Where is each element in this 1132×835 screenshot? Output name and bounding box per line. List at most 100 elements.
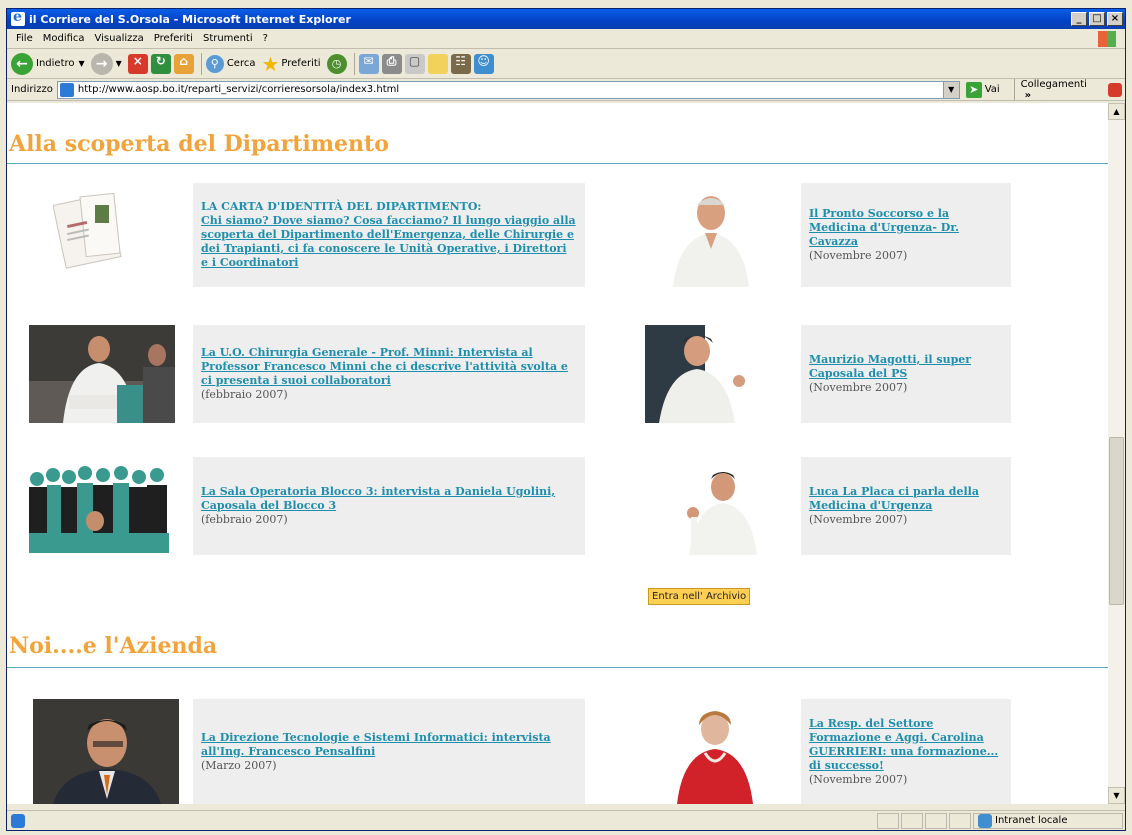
intranet-icon xyxy=(978,813,992,828)
toolbar-separator xyxy=(200,52,202,75)
card-minni-link[interactable]: La U.O. Chirurgia Generale - Prof. Minni… xyxy=(201,346,577,388)
card-cavazza-date: (Novembre 2007) xyxy=(809,249,908,262)
toolbar: ← Indietro ▼ → ▼ × ↻ ⌂ ⚲ Cerca ★ Preferi… xyxy=(7,49,1125,79)
address-input[interactable]: http://www.aosp.bo.it/reparti_servizi/co… xyxy=(56,80,960,99)
photo-magotti[interactable] xyxy=(645,325,753,423)
card-minni-date: (febbraio 2007) xyxy=(201,388,288,401)
menu-visualizza[interactable]: Visualizza xyxy=(95,33,144,44)
status-cell-1 xyxy=(877,812,899,829)
zone-label: Intranet locale xyxy=(995,815,1068,826)
card-identity-link[interactable]: Chi siamo? Dove siamo? Cosa facciamo? Il… xyxy=(201,214,577,270)
page-icon xyxy=(59,82,74,97)
photo-sala-operatoria[interactable] xyxy=(25,461,175,553)
card-la-placa: Luca La Placa ci parla della Medicina d'… xyxy=(801,457,1011,555)
card-guerrieri-date: (Novembre 2007) xyxy=(809,772,908,786)
window-title: il Corriere del S.Orsola - Microsoft Int… xyxy=(29,12,351,26)
zone-cell: Intranet locale xyxy=(973,812,1123,829)
page-status-icon xyxy=(11,813,25,828)
back-label: Indietro xyxy=(36,58,75,69)
favorites-star-icon: ★ xyxy=(261,51,280,76)
history-icon[interactable]: ◷ xyxy=(326,53,347,74)
maximize-button[interactable]: □ xyxy=(1089,12,1105,26)
scroll-up-icon[interactable]: ▲ xyxy=(1108,103,1125,120)
card-la-placa-date: (Novembre 2007) xyxy=(809,513,908,526)
address-dropdown-icon[interactable]: ▼ xyxy=(942,81,959,98)
links-label: Collegamenti xyxy=(1020,78,1087,90)
card-cavazza: Il Pronto Soccorso e la Medicina d'Urgen… xyxy=(801,183,1011,287)
folder-icon[interactable] xyxy=(427,53,448,74)
menu-strumenti[interactable]: Strumenti xyxy=(203,33,253,44)
back-button[interactable]: ← Indietro ▼ xyxy=(11,52,85,75)
go-label: Vai xyxy=(984,84,1000,95)
card-sala-operatoria: La Sala Operatoria Blocco 3: intervista … xyxy=(193,457,585,555)
address-label: Indirizzo xyxy=(11,84,53,95)
card-pensalfini-link[interactable]: La Direzione Tecnologie e Sistemi Inform… xyxy=(201,731,577,759)
address-url: http://www.aosp.bo.it/reparti_servizi/co… xyxy=(77,84,400,95)
messenger-icon[interactable]: ☺ xyxy=(473,53,494,74)
menu-help[interactable]: ? xyxy=(263,33,268,44)
menu-preferiti[interactable]: Preferiti xyxy=(154,33,193,44)
photo-minni[interactable] xyxy=(29,325,175,423)
status-cell-2 xyxy=(901,812,923,829)
address-bar: Indirizzo http://www.aosp.bo.it/reparti_… xyxy=(7,78,1125,101)
close-button[interactable]: × xyxy=(1107,12,1123,26)
section-title-azienda: Noi....e l'Azienda xyxy=(9,633,218,659)
research-icon[interactable]: ☷ xyxy=(450,53,471,74)
card-magotti-link[interactable]: Maurizio Magotti, il super Caposala del … xyxy=(809,353,1003,381)
archive-button[interactable]: Entra nell' Archivio xyxy=(648,588,751,605)
forward-arrow-icon: → xyxy=(90,52,113,75)
page-content: Alla scoperta del Dipartimento LA CARTA … xyxy=(7,103,1119,804)
search-label: Cerca xyxy=(226,58,256,69)
acrobat-icon[interactable] xyxy=(1108,82,1122,97)
card-pensalfini: La Direzione Tecnologie e Sistemi Inform… xyxy=(193,699,585,804)
photo-pensalfini[interactable] xyxy=(33,699,179,804)
photo-la-placa[interactable] xyxy=(675,461,767,555)
edit-icon[interactable]: ▢ xyxy=(404,53,425,74)
toolbar-separator-2 xyxy=(353,52,355,75)
card-sala-operatoria-link[interactable]: La Sala Operatoria Blocco 3: intervista … xyxy=(201,485,577,513)
refresh-icon[interactable]: ↻ xyxy=(150,53,171,74)
menu-bar: File Modifica Visualizza Preferiti Strum… xyxy=(7,29,1125,49)
favorites-button[interactable]: ★ Preferiti xyxy=(261,52,320,76)
card-sala-operatoria-date: (febbraio 2007) xyxy=(201,513,288,526)
go-button[interactable]: ➤ Vai xyxy=(965,81,1000,98)
scroll-down-icon[interactable]: ▼ xyxy=(1108,787,1125,804)
menu-file[interactable]: File xyxy=(16,33,33,44)
status-cell-3 xyxy=(925,812,947,829)
home-icon[interactable]: ⌂ xyxy=(173,53,194,74)
photo-cavazza[interactable] xyxy=(663,183,753,287)
chevron-right-icon: » xyxy=(1024,89,1032,101)
card-pensalfini-date: (Marzo 2007) xyxy=(201,758,277,772)
vertical-scrollbar[interactable]: ▲ ▼ xyxy=(1108,103,1125,804)
card-guerrieri-link[interactable]: La Resp. del Settore Formazione e Aggi. … xyxy=(809,717,1003,773)
forward-dropdown-icon[interactable]: ▼ xyxy=(116,59,122,68)
search-icon: ⚲ xyxy=(205,54,224,73)
section-rule-2 xyxy=(7,667,1117,668)
mail-icon[interactable]: ✉ xyxy=(358,53,379,74)
title-bar: il Corriere del S.Orsola - Microsoft Int… xyxy=(7,9,1125,29)
menu-modifica[interactable]: Modifica xyxy=(43,33,85,44)
back-dropdown-icon[interactable]: ▼ xyxy=(79,59,85,68)
favorites-label: Preferiti xyxy=(281,58,321,69)
card-identity-image[interactable] xyxy=(53,183,127,273)
windows-logo-icon xyxy=(1098,31,1116,47)
minimize-button[interactable]: _ xyxy=(1071,12,1087,26)
section-title-dipartimento: Alla scoperta del Dipartimento xyxy=(9,131,389,157)
status-cell-4 xyxy=(949,812,971,829)
print-icon[interactable]: ⎙ xyxy=(381,53,402,74)
search-button[interactable]: ⚲ Cerca xyxy=(205,54,256,73)
card-cavazza-link[interactable]: Il Pronto Soccorso e la Medicina d'Urgen… xyxy=(809,207,1003,249)
stop-icon[interactable]: × xyxy=(127,53,148,74)
card-identity: LA CARTA D'IDENTITÀ DEL DIPARTIMENTO: Ch… xyxy=(193,183,585,287)
card-identity-heading: LA CARTA D'IDENTITÀ DEL DIPARTIMENTO: xyxy=(201,200,482,213)
status-bar: Intranet locale xyxy=(7,810,1125,830)
links-button[interactable]: Collegamenti » xyxy=(1013,78,1100,101)
photo-guerrieri[interactable] xyxy=(667,699,763,804)
card-guerrieri: La Resp. del Settore Formazione e Aggi. … xyxy=(801,699,1011,804)
section-rule xyxy=(7,163,1117,164)
card-magotti: Maurizio Magotti, il super Caposala del … xyxy=(801,325,1011,423)
go-arrow-icon: ➤ xyxy=(965,81,982,98)
card-la-placa-link[interactable]: Luca La Placa ci parla della Medicina d'… xyxy=(809,485,1003,513)
scroll-thumb[interactable] xyxy=(1109,437,1124,605)
forward-button[interactable]: → ▼ xyxy=(90,52,122,75)
